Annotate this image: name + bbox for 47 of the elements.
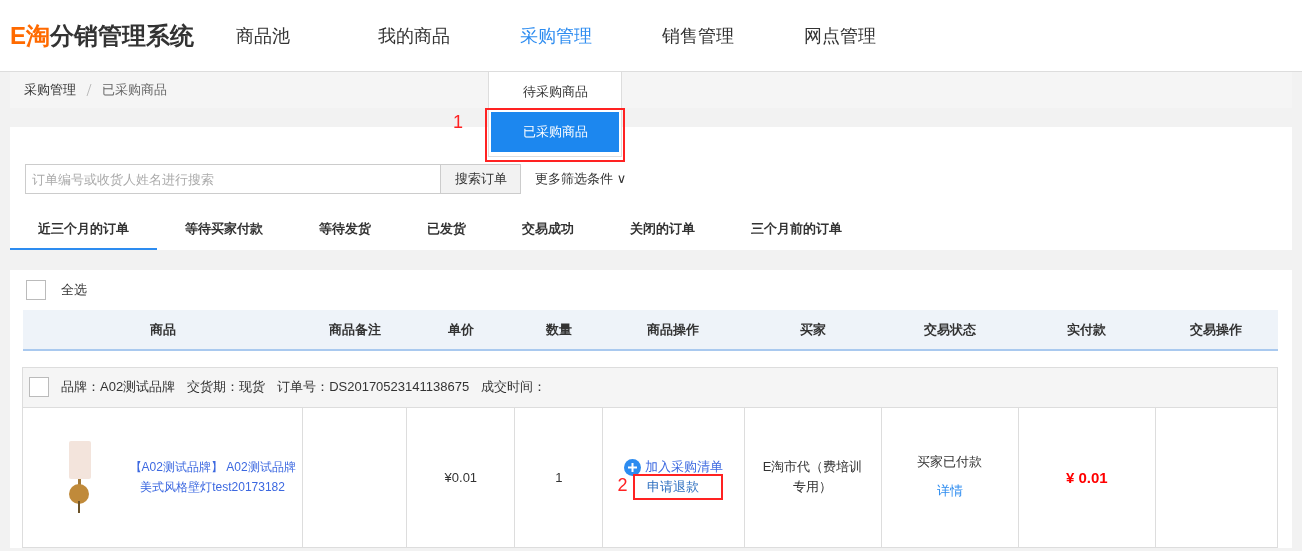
unit-price: ¥0.01 xyxy=(444,469,478,485)
column-header: 交易操作 xyxy=(1155,310,1278,350)
order-info: 成交时间： xyxy=(481,378,547,396)
column-header: 数量 xyxy=(514,310,603,350)
breadcrumb-item: 已采购商品 xyxy=(102,81,167,99)
order-tab[interactable]: 关闭的订单 xyxy=(602,210,723,250)
checkbox-label: 全选 xyxy=(61,281,87,299)
column-header: 商品备注 xyxy=(302,310,407,350)
buyer-name: E淘市代（费培训专用） xyxy=(761,458,864,496)
order-info: 品牌：A02测试品牌 xyxy=(61,378,176,396)
breadcrumb-item[interactable]: 采购管理 xyxy=(24,81,76,99)
search-field[interactable]: 订单编号或收货人姓名进行搜索 xyxy=(25,164,441,194)
order-status: 买家已付款 xyxy=(917,454,983,469)
plus-icon xyxy=(624,459,641,477)
nav-tab[interactable]: 网点管理 xyxy=(804,23,876,48)
column-header: 单价 xyxy=(406,310,515,350)
order-tab[interactable]: 等待买家付款 xyxy=(157,210,291,250)
order-info: 订单号：DS20170523141138675 xyxy=(277,378,470,396)
nav-tab[interactable]: 商品池 xyxy=(236,23,290,48)
column-header: 商品 xyxy=(22,310,303,350)
column-header: 实付款 xyxy=(1018,310,1156,350)
order-tab[interactable]: 已发货 xyxy=(399,210,494,250)
order-info: 交货期：现货 xyxy=(187,378,266,396)
search-button[interactable]: 搜索订单 xyxy=(441,164,521,194)
nav-tab[interactable]: 我的商品 xyxy=(378,23,450,48)
annotation-number: 2 xyxy=(617,475,628,496)
column-header: 交易状态 xyxy=(881,310,1019,350)
menu-item[interactable]: 已采购商品 xyxy=(491,111,619,152)
details-link[interactable]: 详情 xyxy=(936,483,963,498)
order-tab[interactable]: 交易成功 xyxy=(494,210,602,250)
order-tab[interactable]: 近三个月的订单 xyxy=(10,210,157,250)
app-logo: E淘分销管理系统 xyxy=(10,20,195,51)
nav-tab[interactable]: 销售管理 xyxy=(662,23,734,48)
quantity: 1 xyxy=(555,469,563,485)
filter-link[interactable]: 更多筛选条件 ∨ xyxy=(535,170,627,188)
order-tab[interactable]: 等待发货 xyxy=(291,210,399,250)
order-tab[interactable]: 三个月前的订单 xyxy=(723,210,870,250)
paid-amount: ¥ 0.01 xyxy=(1065,468,1108,486)
checkbox[interactable] xyxy=(29,377,49,397)
add-to-list-link[interactable]: 加入采购清单 xyxy=(624,459,723,474)
column-header: 商品操作 xyxy=(602,310,745,350)
product-link[interactable]: 【A02测试品牌】 A02测试品牌美式风格壁灯test20173182 xyxy=(124,457,302,497)
annotation-number: 1 xyxy=(453,111,463,133)
breadcrumb-separator xyxy=(86,84,92,96)
checkbox[interactable] xyxy=(26,280,46,300)
column-header: 买家 xyxy=(744,310,882,350)
refund-link[interactable]: 申请退款 xyxy=(647,479,700,494)
